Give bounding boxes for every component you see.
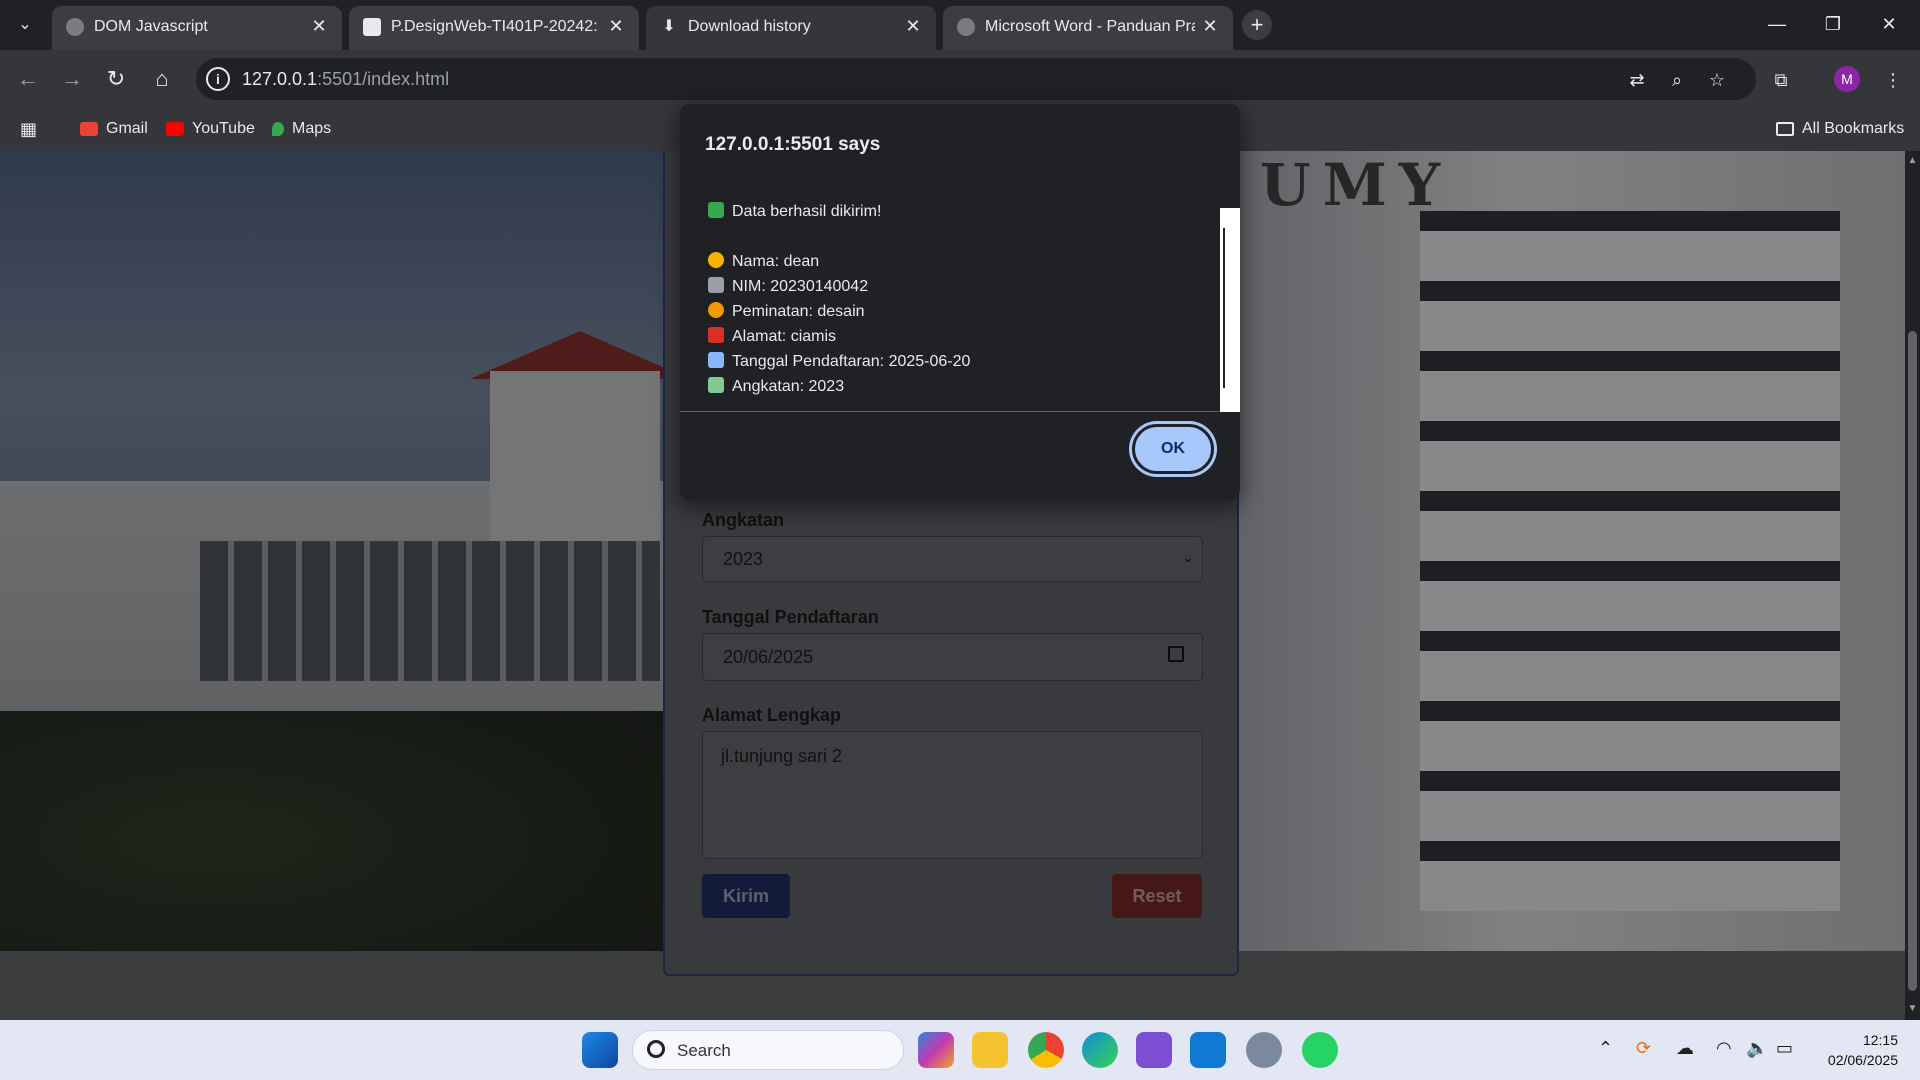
page-scrollbar[interactable]: ▲ ▼ — [1905, 151, 1920, 1020]
target-icon — [708, 302, 724, 318]
sync-icon[interactable]: ⟳ — [1636, 1038, 1651, 1059]
message-line: NIM: 20230140042 — [708, 277, 868, 296]
close-icon[interactable]: ✕ — [308, 15, 330, 37]
message-line: Peminatan: desain — [708, 302, 865, 321]
globe-icon — [957, 18, 975, 36]
reload-button[interactable]: ↻ — [100, 63, 132, 95]
tab-title: DOM Javascript — [94, 18, 208, 35]
youtube-icon — [166, 121, 184, 136]
ok-button[interactable]: OK — [1132, 424, 1214, 474]
bookmark-gmail[interactable]: Gmail — [80, 118, 148, 140]
tab-dom-javascript[interactable]: DOM Javascript ✕ — [52, 6, 342, 50]
folder-icon — [1776, 121, 1794, 136]
dialog-message: Data berhasil dikirim! Nama: dean NIM: 2… — [680, 168, 1240, 412]
forward-button[interactable]: → — [56, 63, 88, 95]
vscode-icon[interactable] — [1190, 1032, 1226, 1068]
id-icon — [708, 277, 724, 293]
file-explorer-icon[interactable] — [972, 1032, 1008, 1068]
message-line: Data berhasil dikirim! — [708, 202, 881, 221]
menu-icon[interactable]: ⋮ — [1880, 67, 1906, 93]
all-bookmarks[interactable]: All Bookmarks — [1776, 118, 1904, 140]
windows-start-icon[interactable] — [582, 1032, 618, 1068]
message-line: Tanggal Pendaftaran: 2025-06-20 — [708, 352, 970, 371]
bookmark-maps[interactable]: Maps — [272, 118, 331, 140]
bookmark-youtube[interactable]: YouTube — [166, 118, 255, 140]
close-icon[interactable]: ✕ — [605, 15, 627, 37]
new-tab-button[interactable]: + — [1242, 10, 1272, 40]
books-icon — [708, 377, 724, 393]
close-icon[interactable]: ✕ — [1199, 15, 1221, 37]
message-line: Angkatan: 2023 — [708, 377, 844, 396]
edge-icon[interactable] — [1082, 1032, 1118, 1068]
moodle-icon — [363, 18, 381, 36]
restore-button[interactable]: ❐ — [1810, 8, 1856, 40]
scrollbar-thumb[interactable] — [1908, 331, 1917, 991]
translate-icon[interactable]: ⇄ — [1624, 67, 1650, 93]
tab-microsoft-word[interactable]: Microsoft Word - Panduan Prak ✕ — [943, 6, 1233, 50]
tab-design-web[interactable]: P.DesignWeb-TI401P-20242: Pr ✕ — [349, 6, 639, 50]
dialog-scrollbar-thumb[interactable] — [1223, 228, 1225, 388]
volume-icon[interactable]: 🔈 — [1746, 1038, 1768, 1059]
address-bar[interactable]: i 127.0.0.1:5501/index.html ⇄ ⌕ ☆ — [196, 58, 1756, 100]
tab-search-icon[interactable]: ⌄ — [12, 12, 38, 38]
globe-icon — [66, 18, 84, 36]
message-line: Alamat: ciamis — [708, 327, 836, 346]
url-text[interactable]: 127.0.0.1:5501/index.html — [242, 69, 449, 90]
extensions-icon[interactable]: ⧉ — [1768, 67, 1794, 93]
site-info-icon[interactable]: i — [206, 67, 230, 91]
message-line: Nama: dean — [708, 252, 819, 271]
battery-icon[interactable]: ▭ — [1776, 1038, 1793, 1059]
search-icon — [647, 1040, 665, 1058]
maps-icon — [272, 121, 284, 136]
zoom-icon[interactable]: ⌕ — [1664, 67, 1690, 93]
dialog-scrollbar[interactable] — [1220, 208, 1240, 412]
house-icon — [708, 327, 724, 343]
cloud-icon[interactable]: ☁ — [1676, 1038, 1694, 1059]
windows-taskbar: Search ⌃ ⟳ ☁ ◠ 🔈 ▭ 12:15 02/06/2025 — [0, 1020, 1920, 1080]
dialog-title: 127.0.0.1:5501 says — [705, 134, 881, 155]
close-window-button[interactable]: ✕ — [1866, 8, 1912, 40]
tab-title: Microsoft Word - Panduan Prak — [985, 18, 1195, 35]
alert-dialog: 127.0.0.1:5501 says Data berhasil dikiri… — [680, 104, 1240, 500]
tab-title: P.DesignWeb-TI401P-20242: Pr — [391, 18, 601, 35]
browser-toolbar: ← → ↻ ⌂ i 127.0.0.1:5501/index.html ⇄ ⌕ … — [0, 50, 1920, 108]
person-icon — [708, 252, 724, 268]
visual-studio-icon[interactable] — [1136, 1032, 1172, 1068]
back-button[interactable]: ← — [12, 63, 44, 95]
calendar-icon — [708, 352, 724, 368]
tab-strip: ⌄ DOM Javascript ✕ P.DesignWeb-TI401P-20… — [0, 0, 1920, 50]
tab-title: Download history — [688, 18, 811, 35]
tab-download-history[interactable]: ⬇ Download history ✕ — [646, 6, 936, 50]
whatsapp-icon[interactable] — [1302, 1032, 1338, 1068]
r-studio-icon[interactable] — [1246, 1032, 1282, 1068]
chevron-up-icon[interactable]: ⌃ — [1598, 1038, 1613, 1059]
minimize-button[interactable]: — — [1754, 8, 1800, 40]
chrome-icon[interactable] — [1028, 1032, 1064, 1068]
apps-icon[interactable]: ▦ — [20, 118, 37, 140]
scroll-up-arrow[interactable]: ▲ — [1907, 155, 1918, 166]
home-button[interactable]: ⌂ — [146, 63, 178, 95]
scroll-down-arrow[interactable]: ▼ — [1907, 1003, 1918, 1014]
wifi-icon[interactable]: ◠ — [1716, 1038, 1732, 1059]
bookmark-star-icon[interactable]: ☆ — [1704, 67, 1730, 93]
close-icon[interactable]: ✕ — [902, 15, 924, 37]
taskbar-search[interactable]: Search — [632, 1030, 904, 1070]
download-icon: ⬇ — [662, 18, 676, 35]
check-box-icon — [708, 202, 724, 218]
copilot-icon[interactable] — [918, 1032, 954, 1068]
gmail-icon — [80, 121, 98, 136]
profile-avatar[interactable]: M — [1834, 66, 1860, 92]
taskbar-clock[interactable]: 12:15 02/06/2025 — [1808, 1030, 1898, 1070]
